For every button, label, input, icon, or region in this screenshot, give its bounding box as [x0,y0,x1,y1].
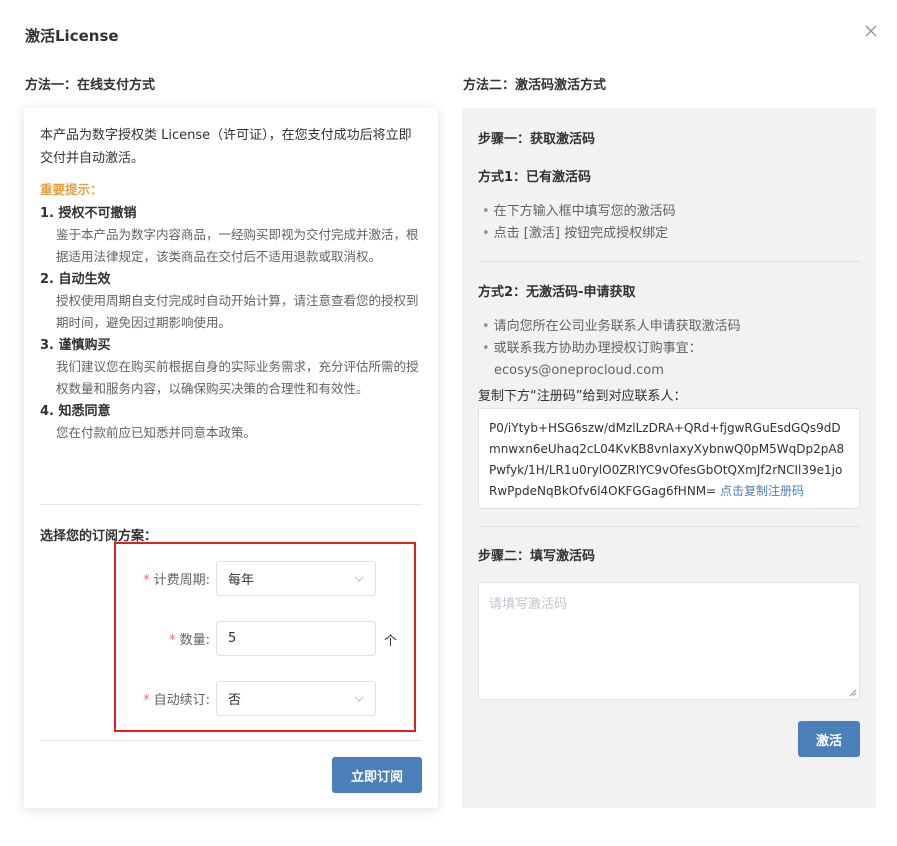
rule-title: 3. 谨慎购买 [40,338,111,353]
auto-renew-select[interactable]: 否 [216,681,376,716]
activate-button[interactable]: 激活 [798,721,860,757]
rule-body: 授权使用周期自支付完成时自动开始计算，请注意查看您的授权到期时间，避免因过期影响… [56,293,419,330]
divider [478,261,860,262]
rule-item: 4. 知悉同意 您在付款前应已知悉并同意本政策。 [40,402,422,444]
rule-body: 鉴于本产品为数字内容商品，一经购买即视为交付完成并激活，根据适用法律规定，该类商… [56,227,419,264]
quantity-input[interactable]: 5 [216,621,376,656]
list-item: • 在下方输入框中填写您的激活码 [482,204,676,219]
registration-code-box: P0/iYtyb+HSG6szw/dMzlLzDRA+QRd+fjgwRGuEs… [478,408,860,509]
dialog-title: 激活License [25,27,119,45]
chevron-down-icon [354,696,364,702]
way2-heading: 方式2：无激活码-申请获取 [478,285,636,300]
billing-cycle-label: * 计费周期: [143,573,210,588]
quantity-value: 5 [228,631,237,646]
step1-heading: 步骤一：获取激活码 [478,132,596,147]
quantity-unit: 个 [384,634,398,649]
rule-body: 您在付款前应已知悉并同意本政策。 [56,425,257,440]
list-item: • 或联系我方协助办理授权订购事宜： [482,341,702,356]
copy-registration-code-link[interactable]: 点击复制注册码 [720,484,804,498]
auto-renew-label: * 自动续订: [143,693,210,708]
billing-cycle-value: 每年 [228,573,255,588]
rule-title: 2. 自动生效 [40,272,111,287]
list-item: • 请向您所在公司业务联系人申请获取激活码 [482,319,741,334]
rule-item: 3. 谨慎购买 我们建议您在购买前根据自身的实际业务需求，充分评估所需的授权数量… [40,336,422,400]
list-item: • 点击 [激活] 按钮完成授权绑定 [482,226,669,241]
quantity-row: * 数量: [24,621,210,656]
method1-heading: 方法一：在线支付方式 [25,78,156,93]
auto-renew-value: 否 [228,693,242,708]
activation-code-placeholder: 请填写激活码 [489,597,568,612]
online-payment-card: 本产品为数字授权类 License（许可证），在您支付成功后将立即交付并自动激活… [24,108,438,808]
rule-body: 我们建议您在购买前根据自身的实际业务需求，充分评估所需的授权数量和服务内容，以确… [56,359,419,396]
important-label: 重要提示： [40,182,103,197]
rule-item: 2. 自动生效 授权使用周期自支付完成时自动开始计算，请注意查看您的授权到期时间… [40,270,422,334]
activation-code-panel: 步骤一：获取激活码 方式1：已有激活码 • 在下方输入框中填写您的激活码 • 点击 … [462,108,876,808]
intro-text: 本产品为数字授权类 License（许可证），在您支付成功后将立即交付并自动激活… [40,128,412,166]
billing-cycle-select[interactable]: 每年 [216,561,376,596]
chevron-down-icon [354,576,364,582]
rule-title: 1. 授权不可撤销 [40,206,137,221]
resize-handle-icon[interactable] [849,689,857,697]
divider [40,740,422,741]
contact-email: ecosys@oneprocloud.com [494,363,664,378]
activation-code-textarea[interactable]: 请填写激活码 [478,582,860,700]
divider [40,504,422,505]
subscribe-button[interactable]: 立即订阅 [332,757,422,793]
rule-title: 4. 知悉同意 [40,404,111,419]
auto-renew-row: * 自动续订: [24,681,210,716]
billing-cycle-row: * 计费周期: [24,561,210,596]
method2-heading: 方法二：激活码激活方式 [463,78,607,93]
rule-item: 1. 授权不可撤销 鉴于本产品为数字内容商品，一经购买即视为交付完成并激活，根据… [40,204,422,268]
step2-heading: 步骤二：填写激活码 [478,549,596,564]
way1-heading: 方式1：已有激活码 [478,170,592,185]
divider [478,526,860,527]
copy-instruction: 复制下方“注册码”给到对应联系人： [478,389,687,404]
close-icon[interactable] [862,22,880,40]
quantity-label: * 数量: [169,633,210,648]
